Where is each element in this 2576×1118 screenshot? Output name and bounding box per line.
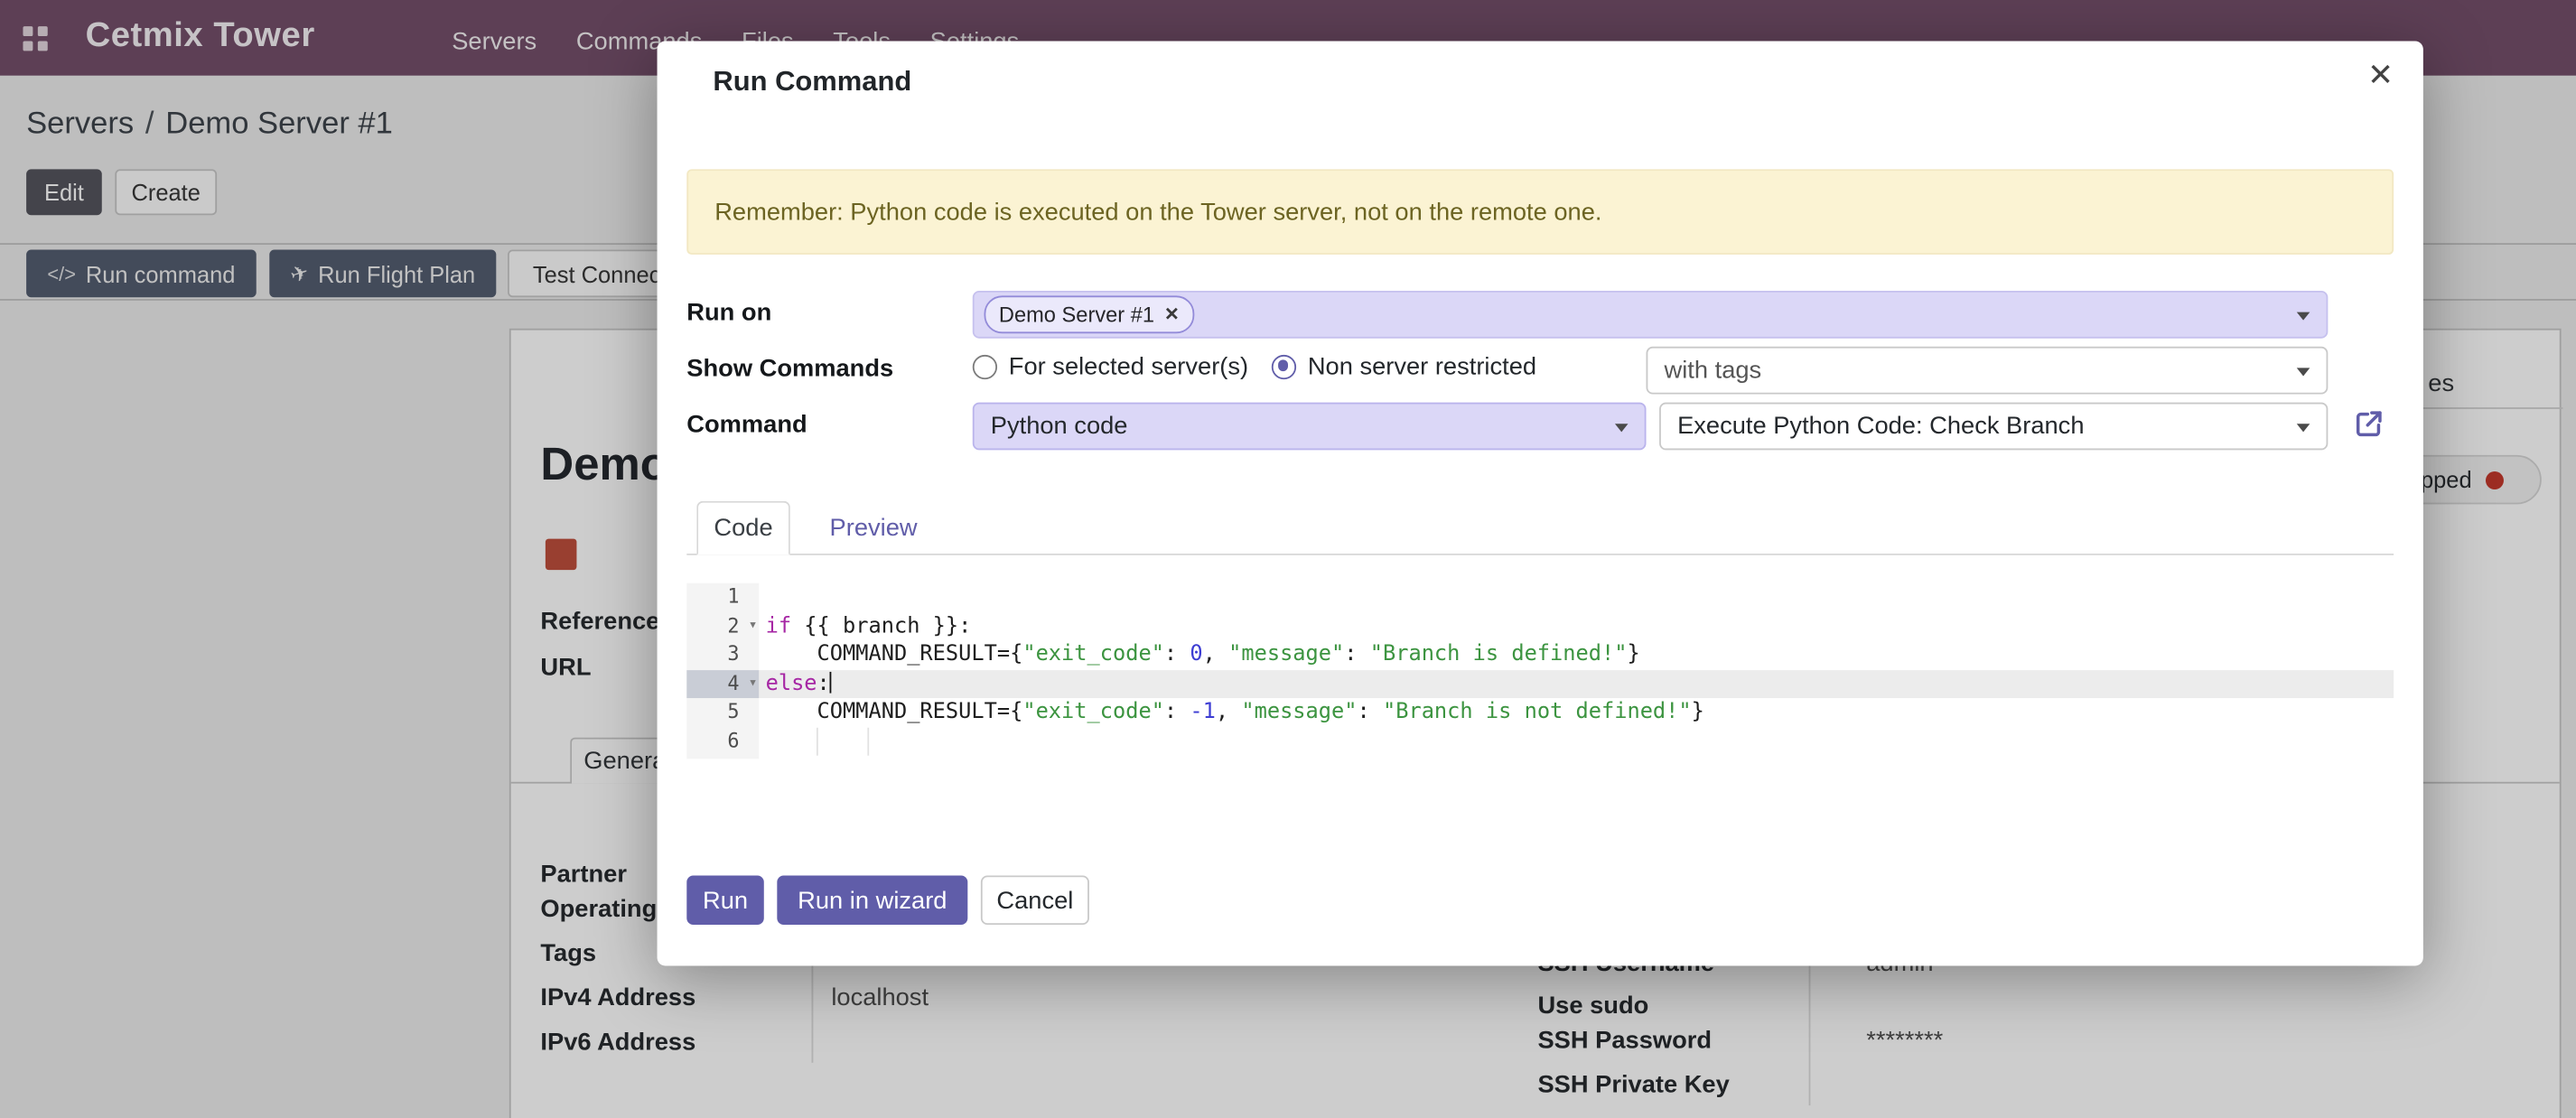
code-token: : bbox=[1164, 700, 1190, 724]
code-line[interactable] bbox=[759, 727, 2394, 756]
radio-icon[interactable] bbox=[973, 354, 997, 378]
radio-checked-icon[interactable] bbox=[1272, 354, 1296, 378]
code-token: "exit_code" bbox=[1022, 700, 1164, 724]
cancel-button[interactable]: Cancel bbox=[981, 875, 1089, 925]
code-token: "message" bbox=[1228, 642, 1344, 666]
radio-label: Non server restricted bbox=[1308, 352, 1536, 380]
indent-guide bbox=[867, 727, 869, 756]
with-tags-select[interactable]: with tags bbox=[1647, 347, 2329, 395]
code-token: if bbox=[766, 613, 791, 638]
server-chip[interactable]: Demo Server #1 ✕ bbox=[985, 295, 1195, 333]
code-token: "Branch is defined!" bbox=[1370, 642, 1628, 666]
code-line[interactable]: else: bbox=[759, 669, 2394, 698]
gutter-line-number: 5 bbox=[686, 698, 759, 727]
caret-down-icon bbox=[1615, 424, 1629, 432]
caret-down-icon bbox=[2297, 368, 2310, 376]
run-on-select[interactable]: Demo Server #1 ✕ bbox=[973, 291, 2329, 339]
server-chip-label: Demo Server #1 bbox=[999, 303, 1154, 327]
chip-remove-icon[interactable]: ✕ bbox=[1164, 303, 1180, 325]
with-tags-placeholder: with tags bbox=[1665, 357, 1762, 385]
code-token: , bbox=[1203, 642, 1228, 666]
modal-tabs: Code Preview bbox=[686, 501, 2394, 555]
gutter-line-number[interactable]: 4▾ bbox=[686, 669, 759, 698]
editor-lines[interactable]: if {{ branch }}: COMMAND_RESULT={"exit_c… bbox=[759, 583, 2394, 759]
code-token: } bbox=[1692, 700, 1704, 724]
code-token: -1 bbox=[1190, 700, 1215, 724]
code-line[interactable] bbox=[759, 583, 2394, 612]
command-select[interactable]: Execute Python Code: Check Branch bbox=[1659, 403, 2328, 451]
screen: Cetmix Tower Servers Commands Files Tool… bbox=[0, 0, 2576, 1118]
caret-down-icon bbox=[2297, 312, 2310, 321]
show-commands-label: Show Commands bbox=[686, 355, 893, 383]
close-icon[interactable]: ✕ bbox=[2367, 58, 2394, 96]
command-label: Command bbox=[686, 411, 807, 439]
code-token: } bbox=[1627, 642, 1639, 666]
command-type-select[interactable]: Python code bbox=[973, 403, 1647, 451]
alert-warning: Remember: Python code is executed on the… bbox=[686, 169, 2394, 255]
gutter-line-number: 6 bbox=[686, 727, 759, 756]
code-token: : bbox=[817, 671, 830, 695]
code-line[interactable]: COMMAND_RESULT={"exit_code": 0, "message… bbox=[759, 640, 2394, 669]
command-type-value: Python code bbox=[991, 413, 1128, 441]
code-token: COMMAND_RESULT={ bbox=[766, 700, 1023, 724]
code-token: else bbox=[766, 671, 817, 695]
external-link-icon[interactable] bbox=[2353, 407, 2385, 440]
run-button[interactable]: Run bbox=[686, 875, 763, 925]
editor-gutter: 12▾34▾56 bbox=[686, 583, 759, 759]
tab-preview[interactable]: Preview bbox=[813, 501, 933, 555]
fold-caret-icon[interactable]: ▾ bbox=[749, 612, 758, 641]
radio-for-selected-servers[interactable]: For selected server(s) bbox=[973, 351, 1248, 381]
code-token: "message" bbox=[1241, 700, 1357, 724]
dialog-title: Run Command bbox=[713, 66, 911, 98]
indent-guide bbox=[817, 727, 818, 756]
caret-down-icon bbox=[2297, 424, 2310, 432]
code-editor[interactable]: 12▾34▾56 if {{ branch }}: COMMAND_RESULT… bbox=[686, 583, 2394, 759]
fold-caret-icon[interactable]: ▾ bbox=[749, 669, 758, 698]
command-value: Execute Python Code: Check Branch bbox=[1677, 413, 2084, 441]
code-token: : bbox=[1358, 700, 1383, 724]
gutter-line-number[interactable]: 2▾ bbox=[686, 612, 759, 641]
code-line[interactable]: COMMAND_RESULT={"exit_code": -1, "messag… bbox=[759, 698, 2394, 727]
code-token: "Branch is not defined!" bbox=[1383, 700, 1692, 724]
radio-label: For selected server(s) bbox=[1009, 352, 1248, 380]
run-in-wizard-button[interactable]: Run in wizard bbox=[777, 875, 967, 925]
code-token: : bbox=[1164, 642, 1190, 666]
code-token: COMMAND_RESULT={ bbox=[766, 642, 1023, 666]
run-on-label: Run on bbox=[686, 299, 771, 327]
tab-code[interactable]: Code bbox=[696, 501, 790, 555]
radio-non-server-restricted[interactable]: Non server restricted bbox=[1272, 351, 1536, 381]
code-token: : bbox=[1344, 642, 1369, 666]
code-token: {{ branch }}: bbox=[791, 613, 971, 638]
code-token: "exit_code" bbox=[1022, 642, 1164, 666]
gutter-line-number: 3 bbox=[686, 640, 759, 669]
code-token: 0 bbox=[1190, 642, 1202, 666]
alert-text: Remember: Python code is executed on the… bbox=[714, 198, 1601, 226]
run-command-dialog: Run Command ✕ Remember: Python code is e… bbox=[658, 41, 2423, 965]
code-line[interactable]: if {{ branch }}: bbox=[759, 612, 2394, 641]
text-cursor bbox=[830, 671, 832, 693]
gutter-line-number: 1 bbox=[686, 583, 759, 612]
code-token: , bbox=[1216, 700, 1241, 724]
